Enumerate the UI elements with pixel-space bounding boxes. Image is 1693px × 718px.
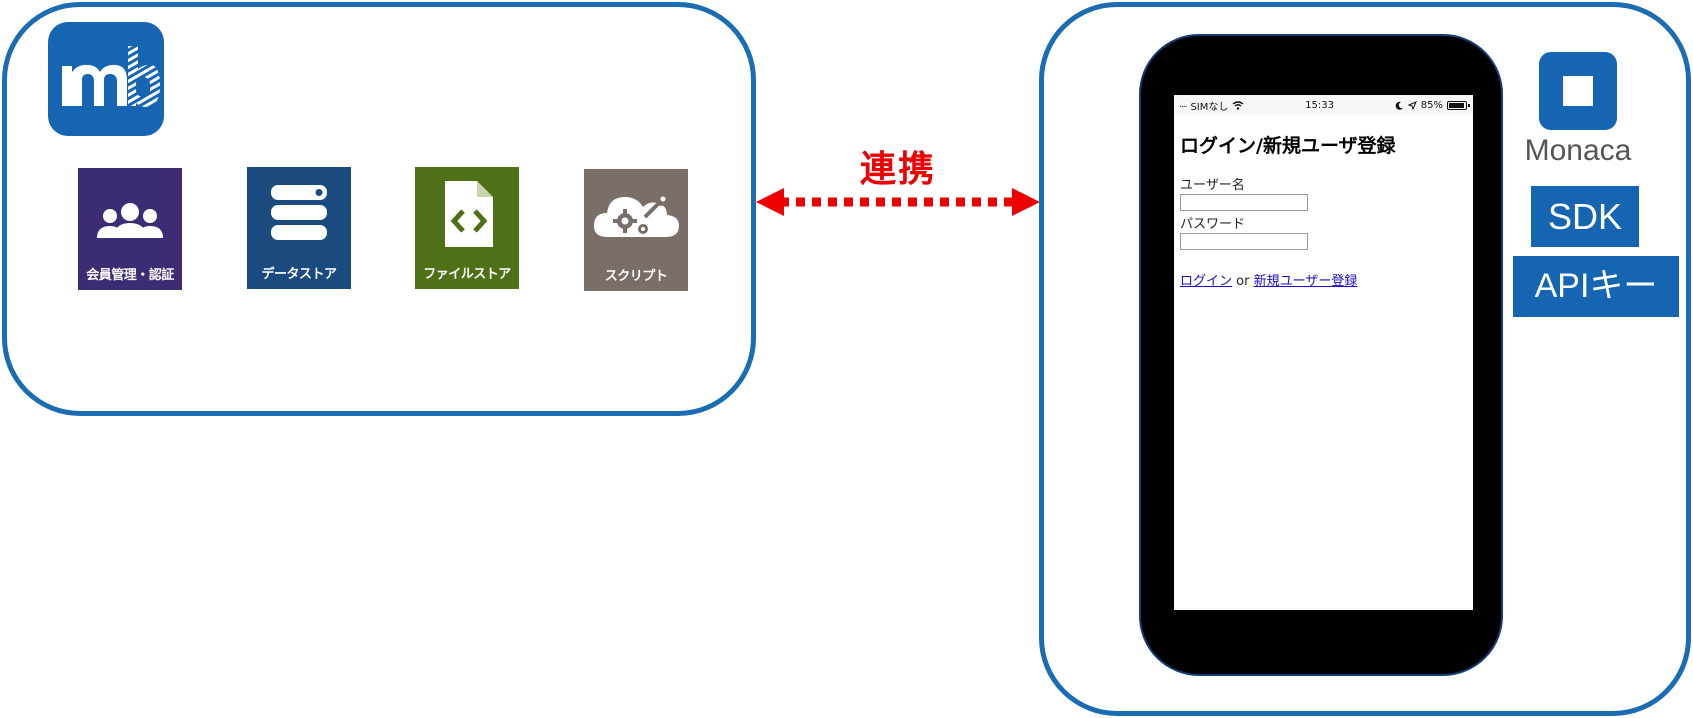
status-time: 15:33 bbox=[1305, 99, 1334, 111]
battery-percent: 85% bbox=[1420, 99, 1443, 111]
database-icon bbox=[271, 185, 327, 240]
apikey-badge: APIキー bbox=[1513, 256, 1679, 317]
login-link[interactable]: ログイン bbox=[1180, 274, 1232, 289]
service-label-filestore: ファイルストア bbox=[423, 267, 511, 282]
signup-link[interactable]: 新規ユーザー登録 bbox=[1254, 274, 1358, 289]
service-tile-datastore: データストア bbox=[247, 167, 351, 289]
signal-dots-icon: .... bbox=[1179, 100, 1188, 110]
double-headed-arrow-icon bbox=[756, 188, 1040, 216]
battery-icon bbox=[1446, 100, 1470, 110]
service-tile-filestore: ファイルストア bbox=[415, 167, 519, 289]
service-label-auth: 会員管理・認証 bbox=[86, 268, 174, 283]
mbaas-logo-icon bbox=[48, 22, 164, 136]
password-input[interactable] bbox=[1180, 233, 1308, 250]
carrier-label: SIMなし bbox=[1190, 101, 1229, 113]
wifi-icon bbox=[1232, 100, 1244, 110]
moon-icon bbox=[1395, 101, 1403, 110]
service-label-datastore: データストア bbox=[261, 267, 337, 282]
monaca-name: Monaca bbox=[1524, 134, 1632, 167]
service-tile-auth: 会員管理・認証 bbox=[78, 168, 182, 290]
screen-title: ログイン/新規ユーザ登録 bbox=[1180, 135, 1396, 157]
sdk-badge: SDK bbox=[1531, 186, 1639, 247]
or-text: or bbox=[1236, 274, 1250, 289]
username-label: ユーザー名 bbox=[1180, 178, 1245, 193]
username-input[interactable] bbox=[1180, 194, 1308, 211]
service-tile-script: スクリプト bbox=[584, 169, 688, 291]
auth-links: ログイン or 新規ユーザー登録 bbox=[1180, 270, 1473, 289]
status-bar: .... SIMなし 15:33 85% bbox=[1174, 95, 1473, 115]
code-file-icon bbox=[445, 181, 493, 247]
monaca-logo-icon bbox=[1539, 52, 1617, 130]
service-label-script: スクリプト bbox=[604, 269, 668, 284]
cloud-gear-icon bbox=[593, 196, 679, 237]
connection-arrow: 連携 bbox=[754, 140, 1042, 230]
location-arrow-icon bbox=[1407, 100, 1417, 110]
phone-screen: .... SIMなし 15:33 85% ログイン/新規ユーザ登録 ユーザー名 … bbox=[1174, 95, 1473, 610]
users-icon bbox=[97, 203, 163, 238]
password-label: パスワード bbox=[1180, 217, 1246, 232]
